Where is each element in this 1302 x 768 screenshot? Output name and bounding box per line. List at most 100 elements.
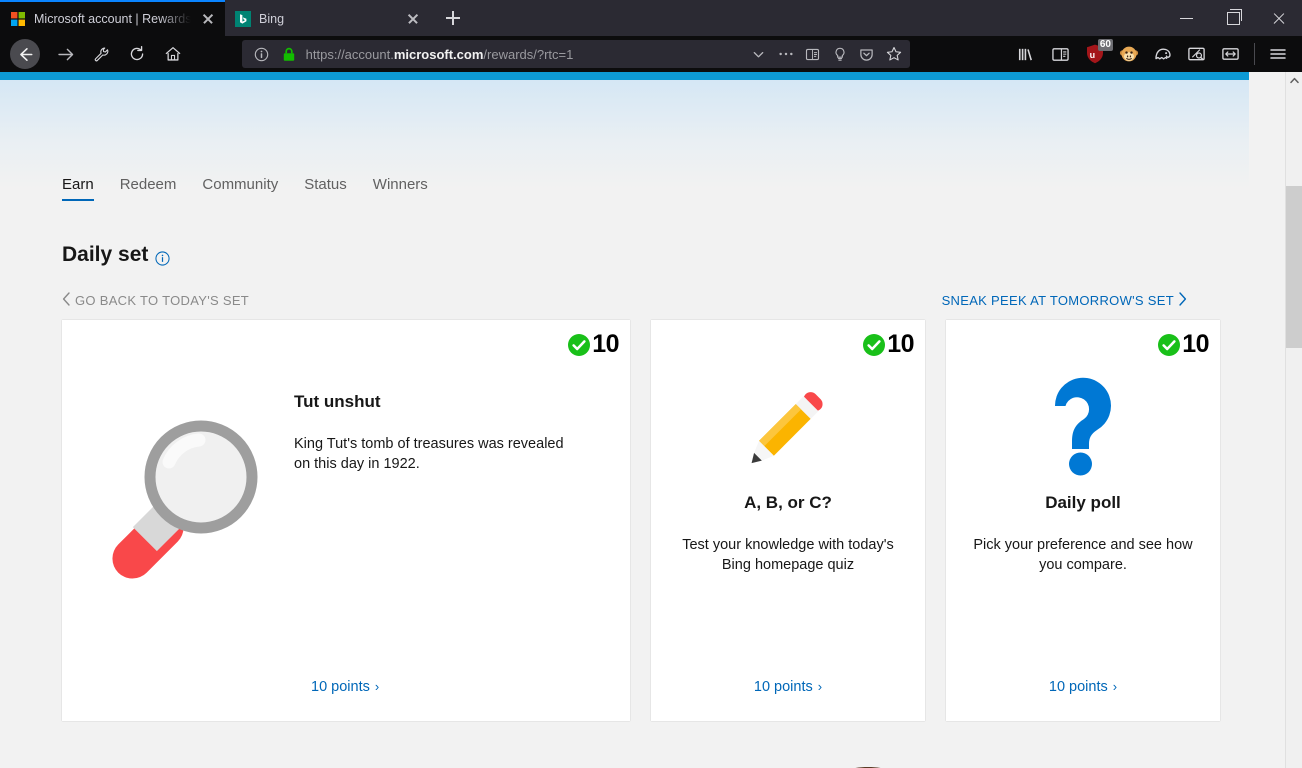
close-window-button[interactable] bbox=[1256, 0, 1302, 36]
browser-extension-toolbar: u 60 bbox=[1011, 39, 1296, 69]
check-circle-icon bbox=[1157, 333, 1181, 357]
toolbar-divider bbox=[1253, 43, 1255, 65]
points-badge: 10 bbox=[1157, 330, 1209, 359]
page-title-text: Daily set bbox=[62, 243, 149, 266]
expand-extension-icon[interactable] bbox=[1215, 39, 1247, 69]
card-title: A, B, or C? bbox=[744, 493, 832, 512]
wrench-icon[interactable] bbox=[84, 39, 118, 69]
card-description: King Tut's tomb of treasures was reveale… bbox=[294, 436, 564, 473]
browser-tab-bing[interactable]: Bing bbox=[225, 2, 430, 36]
nav-tab-winners[interactable]: Winners bbox=[373, 176, 428, 201]
monkey-extension-icon[interactable] bbox=[1113, 39, 1145, 69]
card-points-link[interactable]: 10 points › bbox=[62, 679, 630, 695]
new-tab-button[interactable] bbox=[438, 3, 468, 33]
points-value: 10 bbox=[1182, 330, 1209, 358]
chevron-left-icon bbox=[62, 292, 71, 309]
home-icon[interactable] bbox=[156, 39, 190, 69]
scrollbar-thumb[interactable] bbox=[1286, 186, 1302, 348]
check-circle-icon bbox=[567, 333, 591, 357]
maximize-button[interactable] bbox=[1210, 0, 1256, 36]
browser-tab-title: Microsoft account | Rewards Da bbox=[34, 12, 191, 26]
chevron-down-icon[interactable] bbox=[749, 44, 769, 64]
nav-tab-redeem[interactable]: Redeem bbox=[120, 176, 177, 201]
address-bar[interactable]: https://account.microsoft.com/rewards/?r… bbox=[241, 40, 910, 68]
close-icon[interactable] bbox=[199, 10, 217, 28]
streak-progress-bar: 3 bbox=[0, 754, 1249, 768]
tab-strip: Microsoft account | Rewards Da Bing bbox=[0, 0, 468, 36]
scroll-up-arrow-icon[interactable] bbox=[1286, 72, 1302, 89]
rewards-nav-tabs: Earn Redeem Community Status Winners bbox=[62, 176, 428, 201]
daily-set-card-tut-unshut[interactable]: 10 Tut unshut King Tut's tomb of treasur… bbox=[62, 320, 630, 721]
screenshot-extension-icon[interactable] bbox=[1181, 39, 1213, 69]
close-icon[interactable] bbox=[404, 10, 422, 28]
bing-logo-icon bbox=[235, 11, 251, 27]
points-badge: 10 bbox=[567, 330, 619, 359]
bookmark-star-icon[interactable] bbox=[884, 44, 904, 64]
back-arrow-icon[interactable] bbox=[10, 39, 40, 69]
page-info-icon[interactable] bbox=[252, 44, 272, 64]
card-text: Tut unshut King Tut's tomb of treasures … bbox=[294, 392, 630, 475]
browser-window: Microsoft account | Rewards Da Bing bbox=[0, 0, 1302, 768]
daily-set-card-daily-poll[interactable]: 10 Daily poll Pick your preference and s… bbox=[946, 320, 1220, 721]
ellipsis-icon[interactable] bbox=[776, 44, 796, 64]
ghostery-icon[interactable] bbox=[1147, 39, 1179, 69]
card-title: Tut unshut bbox=[294, 392, 381, 411]
browser-tab-rewards[interactable]: Microsoft account | Rewards Da bbox=[0, 0, 225, 36]
card-title: Daily poll bbox=[1045, 493, 1121, 512]
daily-set-cards: 10 Tut unshut King Tut's tomb of treasur… bbox=[62, 320, 1220, 721]
rewards-page: Earn Redeem Community Status Winners Dai… bbox=[0, 80, 1249, 768]
padlock-secure-icon[interactable] bbox=[279, 44, 299, 64]
chevron-right-icon bbox=[1178, 292, 1187, 309]
sneak-peek-label: SNEAK PEEK AT TOMORROW'S SET bbox=[941, 293, 1174, 308]
lightbulb-icon[interactable] bbox=[830, 44, 850, 64]
nav-tab-community[interactable]: Community bbox=[202, 176, 278, 201]
page-title: Daily set bbox=[62, 243, 170, 267]
points-value: 10 bbox=[887, 330, 914, 358]
forward-arrow-icon[interactable] bbox=[48, 39, 82, 69]
card-points-label: 10 points bbox=[753, 679, 813, 695]
browser-titlebar: Microsoft account | Rewards Da Bing bbox=[0, 0, 1302, 36]
page-scrollbar[interactable] bbox=[1285, 72, 1302, 768]
page-viewport: Earn Redeem Community Status Winners Dai… bbox=[0, 72, 1302, 768]
card-points-label: 10 points bbox=[311, 679, 370, 695]
check-circle-icon bbox=[862, 333, 886, 357]
daily-set-card-abc-quiz[interactable]: 10 A, B, or C? Test your knowledge with … bbox=[651, 320, 925, 721]
reload-icon[interactable] bbox=[120, 39, 154, 69]
go-back-today-label: GO BACK TO TODAY'S SET bbox=[75, 293, 250, 308]
card-description: Test your knowledge with today's Bing ho… bbox=[682, 537, 894, 574]
magnifying-glass-icon bbox=[62, 392, 294, 586]
sidebar-icon[interactable] bbox=[1045, 39, 1077, 69]
reader-mode-icon[interactable] bbox=[803, 44, 823, 64]
chevron-right-icon: › bbox=[1112, 679, 1118, 694]
card-points-label: 10 points bbox=[1048, 679, 1108, 695]
page-loading-bar bbox=[0, 72, 1249, 80]
browser-tab-title: Bing bbox=[259, 12, 285, 26]
library-icon[interactable] bbox=[1011, 39, 1043, 69]
go-back-today-link[interactable]: GO BACK TO TODAY'S SET bbox=[62, 292, 249, 309]
nav-tab-earn[interactable]: Earn bbox=[62, 176, 94, 201]
points-badge: 10 bbox=[862, 330, 914, 359]
card-points-link[interactable]: 10 points › bbox=[946, 679, 1220, 695]
card-points-link[interactable]: 10 points › bbox=[651, 679, 925, 695]
points-value: 10 bbox=[592, 330, 619, 358]
svg-text:u: u bbox=[1090, 50, 1096, 60]
nav-tab-status[interactable]: Status bbox=[304, 176, 347, 201]
minimize-button[interactable] bbox=[1164, 0, 1210, 36]
pocket-icon[interactable] bbox=[857, 44, 877, 64]
chevron-right-icon: › bbox=[374, 679, 380, 694]
sneak-peek-tomorrow-link[interactable]: SNEAK PEEK AT TOMORROW'S SET bbox=[942, 292, 1187, 309]
url-text: https://account.microsoft.com/rewards/?r… bbox=[305, 46, 574, 62]
pencil-icon bbox=[732, 365, 844, 487]
info-circle-icon[interactable] bbox=[155, 248, 170, 266]
hamburger-menu-icon[interactable] bbox=[1262, 39, 1294, 69]
window-controls bbox=[1164, 0, 1302, 36]
chevron-right-icon: › bbox=[817, 679, 823, 694]
browser-toolbar: https://account.microsoft.com/rewards/?r… bbox=[0, 36, 1302, 72]
card-description: Pick your preference and see how you com… bbox=[973, 537, 1193, 574]
microsoft-logo-icon bbox=[10, 11, 26, 27]
ublock-badge-count: 60 bbox=[1097, 39, 1113, 51]
question-mark-icon bbox=[1035, 365, 1131, 487]
daily-set-navigation: GO BACK TO TODAY'S SET SNEAK PEEK AT TOM… bbox=[62, 292, 1187, 314]
ublock-origin-shield-icon[interactable]: u 60 bbox=[1079, 39, 1113, 69]
treasure-chest-icon bbox=[804, 761, 928, 768]
